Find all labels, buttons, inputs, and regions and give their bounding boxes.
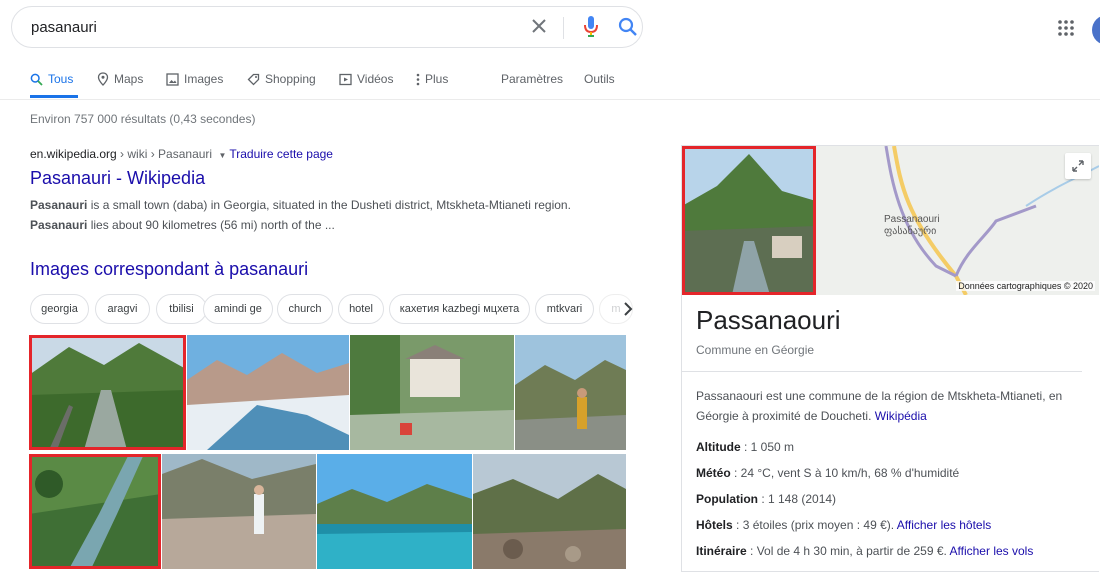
tab-plus[interactable]: Plus — [416, 70, 448, 88]
chip[interactable]: hotel — [338, 294, 384, 324]
tag-icon — [247, 73, 260, 85]
tab-maps[interactable]: Maps — [97, 70, 143, 88]
images-section-heading[interactable]: Images correspondant à pasanauri — [30, 259, 308, 280]
image-result-woman-river[interactable] — [162, 454, 316, 569]
tab-label: Images — [184, 72, 224, 86]
tab-label: Outils — [584, 72, 615, 86]
tab-tous[interactable]: Tous — [30, 70, 73, 88]
fact-hotels: Hôtels : 3 étoiles (prix moyen : 49 €). … — [696, 518, 991, 532]
more-vert-icon — [416, 73, 420, 85]
fact-label[interactable]: Hôtels — [696, 518, 733, 532]
knowledge-panel-description: Passanaouri est une commune de la région… — [696, 386, 1076, 426]
fact-value: : 24 °C, vent S à 10 km/h, 68 % d'humidi… — [730, 466, 960, 480]
tab-outils[interactable]: Outils — [584, 70, 615, 88]
snippet-keyword: Pasanauri — [30, 198, 88, 212]
image-result-turquoise-lake[interactable] — [317, 454, 472, 569]
fact-value: : 1 050 m — [740, 440, 795, 454]
fact-label[interactable]: Population — [696, 492, 758, 506]
tab-label: Maps — [114, 72, 144, 86]
tab-label: Shopping — [265, 72, 316, 86]
tab-label: Plus — [425, 72, 449, 86]
search-bar — [11, 6, 643, 48]
knowledge-panel-subtitle: Commune en Géorgie — [696, 343, 815, 357]
result-snippet: Pasanauri is a small town (daba) in Geor… — [30, 195, 590, 235]
search-input[interactable] — [31, 17, 501, 37]
fact-value: : 3 étoiles (prix moyen : 49 €). — [732, 518, 897, 532]
knowledge-panel-photo[interactable] — [682, 146, 816, 295]
wikipedia-link[interactable]: Wikipédia — [875, 409, 927, 423]
image-result-hiker-river[interactable] — [515, 335, 626, 450]
fact-population: Population : 1 148 (2014) — [696, 492, 836, 506]
result-stats: Environ 757 000 résultats (0,43 secondes… — [30, 112, 256, 126]
header-divider — [0, 99, 1100, 100]
map-label-georgian: ფასანაური — [884, 226, 937, 237]
map-label-latin: Passanaouri — [884, 214, 940, 225]
fact-label[interactable]: Météo — [696, 466, 731, 480]
map-credit: Données cartographiques © 2020 — [956, 281, 1095, 291]
expand-icon — [1072, 160, 1084, 172]
chevron-right-icon[interactable] — [619, 300, 637, 318]
chip[interactable]: amindi ge — [203, 294, 273, 324]
search-divider — [563, 17, 564, 39]
fact-itinerary: Itinéraire : Vol de 4 h 30 min, à partir… — [696, 544, 1033, 558]
chip[interactable]: кахетия kazbegi мцхета — [389, 294, 530, 324]
result-title-link[interactable]: Pasanauri - Wikipedia — [30, 168, 205, 189]
chip[interactable]: aragvi — [95, 294, 150, 324]
breadcrumb: en.wikipedia.org › wiki › Pasanauri ▼ Tra… — [30, 147, 333, 161]
avatar[interactable] — [1092, 15, 1100, 45]
search-icon[interactable] — [617, 16, 639, 38]
snippet-keyword: Pasanauri — [30, 218, 88, 232]
tab-parametres[interactable]: Paramètres — [501, 70, 563, 88]
image-result-hotel-garden[interactable] — [350, 335, 514, 450]
fact-label[interactable]: Itinéraire — [696, 544, 747, 558]
fact-altitude: Altitude : 1 050 m — [696, 440, 794, 454]
chevron-down-icon[interactable]: ▼ — [215, 151, 229, 160]
chip[interactable]: church — [277, 294, 333, 324]
apps-grid-icon[interactable] — [1058, 20, 1074, 36]
expand-map-button[interactable] — [1065, 153, 1091, 179]
tab-shopping[interactable]: Shopping — [247, 70, 316, 88]
tab-images[interactable]: Images — [166, 70, 223, 88]
clear-icon[interactable] — [528, 15, 550, 37]
fact-value: : Vol de 4 h 30 min, à partir de 259 €. — [746, 544, 950, 558]
tab-label: Paramètres — [501, 72, 564, 86]
fact-label[interactable]: Altitude — [696, 440, 741, 454]
search-icon — [30, 73, 43, 86]
chip[interactable]: mtkvari — [535, 294, 594, 324]
map-place-label: Passanaouri ფასანაური — [884, 214, 940, 238]
image-icon — [166, 72, 179, 86]
result-domain: en.wikipedia.org — [30, 147, 117, 161]
image-result-aerial-river[interactable] — [29, 454, 161, 569]
tab-label: Vidéos — [357, 72, 394, 86]
show-hotels-link[interactable]: Afficher les hôtels — [897, 518, 992, 532]
image-result-rocky-riverbank[interactable] — [473, 454, 626, 569]
chip[interactable]: tbilisi — [156, 294, 207, 324]
fact-weather: Météo : 24 °C, vent S à 10 km/h, 68 % d'… — [696, 466, 959, 480]
image-result-snowy-river[interactable] — [187, 335, 349, 450]
tab-videos[interactable]: Vidéos — [339, 70, 393, 88]
knowledge-panel-title: Passanaouri — [696, 305, 841, 335]
show-flights-link[interactable]: Afficher les vols — [950, 544, 1034, 558]
result-path: › wiki › Pasanauri — [116, 147, 213, 161]
snippet-text: lies about 90 kilometres (56 mi) north o… — [87, 218, 335, 232]
chip[interactable]: georgia — [30, 294, 89, 324]
map-pin-icon — [97, 72, 109, 86]
video-icon — [339, 73, 352, 85]
knowledge-panel-map[interactable]: Passanaouri ფასანაური Données cartographi… — [816, 146, 1099, 295]
tab-label: Tous — [48, 72, 74, 86]
divider — [682, 371, 1082, 372]
translate-link[interactable]: Traduire cette page — [229, 147, 333, 161]
image-result-river-valley[interactable] — [29, 335, 186, 450]
microphone-icon[interactable] — [582, 15, 600, 39]
snippet-text: is a small town (daba) in Georgia, situa… — [87, 198, 571, 212]
active-tab-indicator — [30, 95, 78, 98]
fact-value: : 1 148 (2014) — [758, 492, 837, 506]
